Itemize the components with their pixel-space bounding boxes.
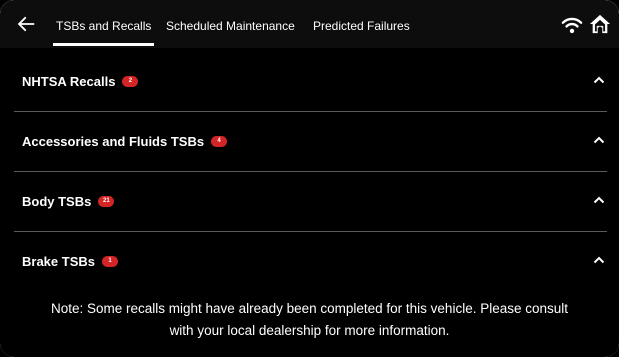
chevron-up-icon[interactable]: [593, 136, 605, 144]
note-line-2: with your local dealership for more info…: [169, 323, 450, 338]
section-title: Brake TSBs 1: [22, 232, 118, 292]
chevron-up-icon[interactable]: [593, 196, 605, 204]
recall-note: Note: Some recalls might have already be…: [0, 298, 619, 342]
arrow-left-icon[interactable]: [15, 13, 37, 35]
recalls-list: NHTSA Recalls 2 Accessories and Fluids TS…: [0, 48, 619, 357]
chevron-up-icon[interactable]: [593, 256, 605, 264]
count-badge: 21: [98, 196, 115, 208]
count-badge: 2: [122, 76, 139, 88]
tab-tsbs-and-recalls[interactable]: TSBs and Recalls: [56, 19, 151, 33]
chevron-up-icon[interactable]: [593, 76, 605, 84]
top-navigation-bar: TSBs and Recalls Scheduled Maintenance P…: [0, 0, 619, 48]
tab-scheduled-maintenance[interactable]: Scheduled Maintenance: [166, 19, 295, 33]
count-badge: 4: [211, 136, 228, 148]
note-line-1: Note: Some recalls might have already be…: [50, 301, 569, 316]
section-nhtsa-recalls[interactable]: NHTSA Recalls 2: [0, 52, 619, 112]
active-tab-indicator: [53, 43, 154, 46]
tab-predicted-failures[interactable]: Predicted Failures: [313, 19, 410, 33]
count-badge: 1: [101, 256, 118, 268]
section-brake-tsbs[interactable]: Brake TSBs 1: [0, 232, 619, 292]
section-title: Accessories and Fluids TSBs 4: [22, 112, 228, 172]
wifi-icon[interactable]: [561, 15, 583, 35]
section-title: NHTSA Recalls 2: [22, 52, 139, 112]
section-title: Body TSBs 21: [22, 172, 115, 232]
section-accessories-and-fluids-tsbs[interactable]: Accessories and Fluids TSBs 4: [0, 112, 619, 172]
home-icon[interactable]: [589, 13, 611, 35]
app-window: TSBs and Recalls Scheduled Maintenance P…: [0, 0, 619, 357]
section-body-tsbs[interactable]: Body TSBs 21: [0, 172, 619, 232]
